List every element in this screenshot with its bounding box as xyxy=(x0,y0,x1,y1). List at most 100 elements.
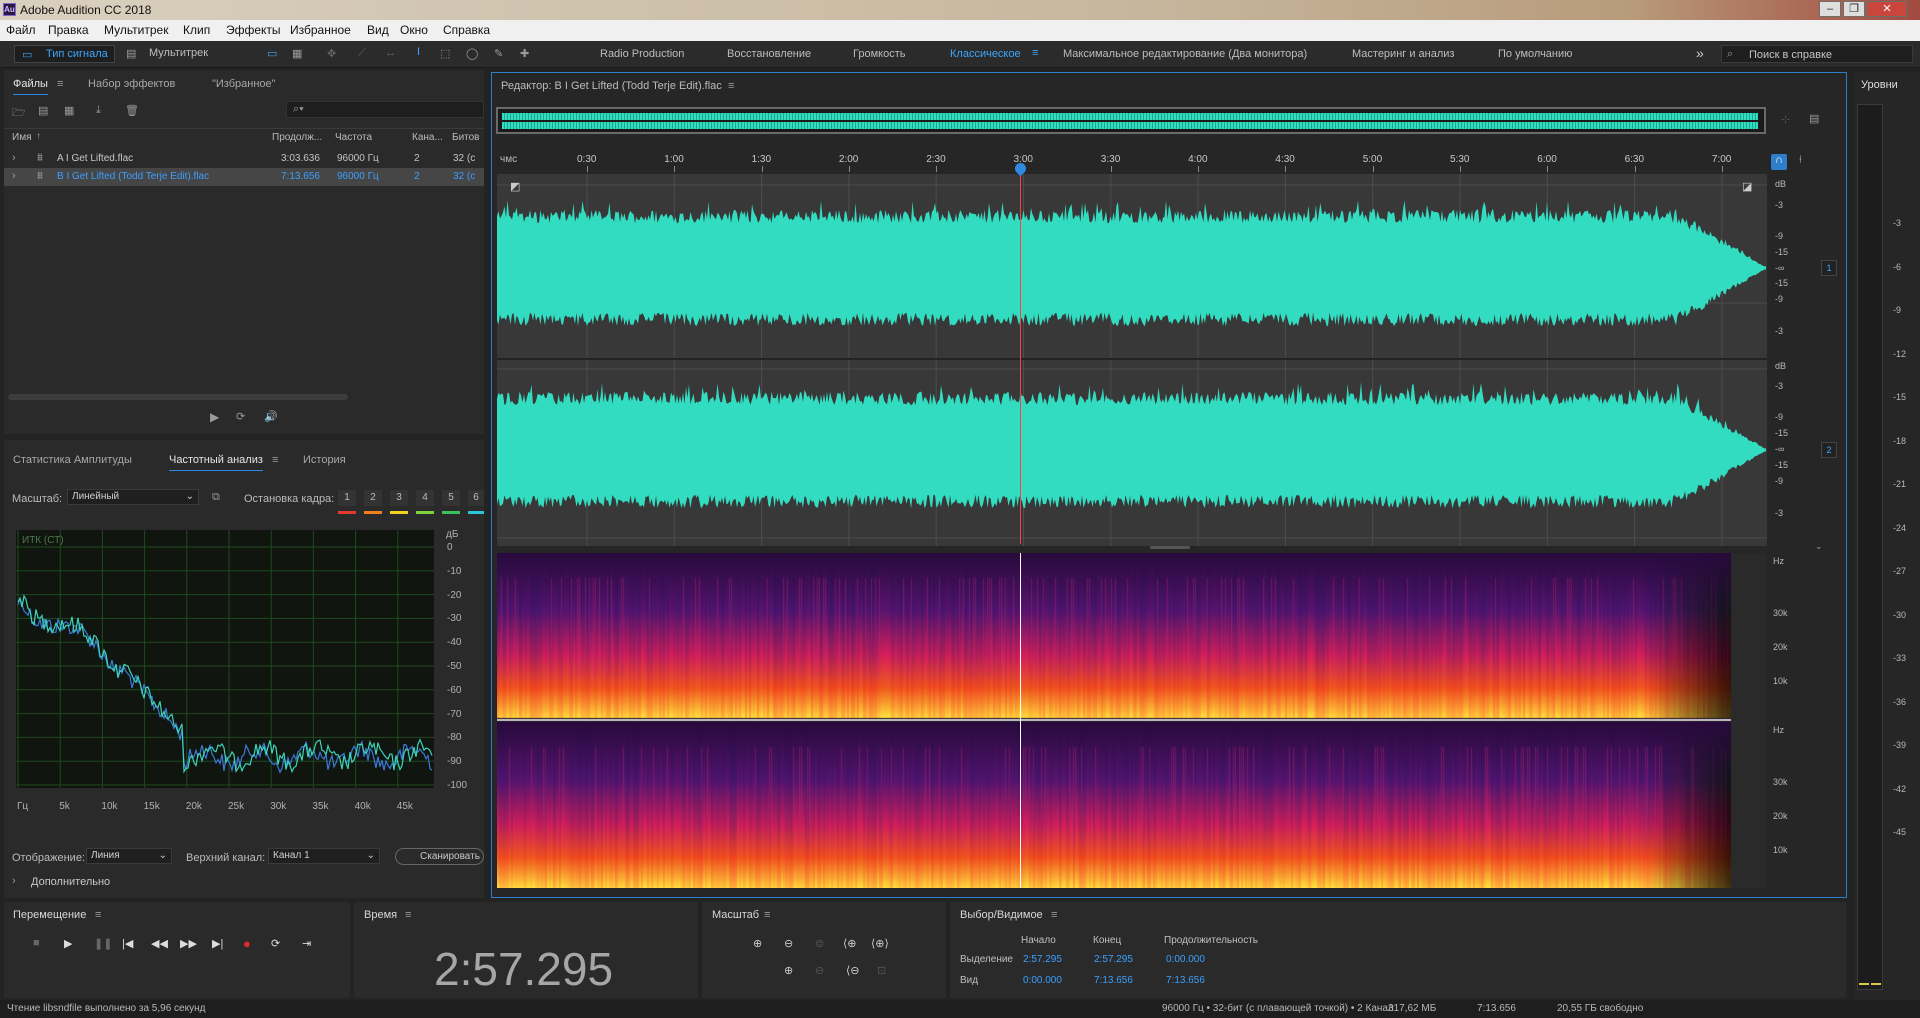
workspace-classic[interactable]: Классическое xyxy=(950,48,1021,60)
file-row[interactable]: › ⩩ A I Get Lifted.flac 3:03.636 96000 Г… xyxy=(4,150,484,168)
menu-edit[interactable]: Правка xyxy=(48,23,89,37)
new-file-icon[interactable]: ▦ xyxy=(64,104,74,117)
move-tool-icon[interactable]: ✥ xyxy=(327,47,336,60)
frequency-spectrum-graph[interactable] xyxy=(16,530,434,788)
play-preview-icon[interactable]: ▶ xyxy=(210,410,219,424)
autoplay-icon[interactable]: 🔊 xyxy=(264,410,278,423)
view-options-icon[interactable]: ▤ xyxy=(1809,112,1819,125)
zoom-fit-icon[interactable]: ⊹ xyxy=(1781,113,1790,126)
editor-menu-icon[interactable]: ≡ xyxy=(728,80,734,92)
import-icon[interactable]: ▤ xyxy=(38,104,48,117)
view-duration[interactable]: 7:13.656 xyxy=(1166,975,1205,986)
zoom-menu-icon[interactable]: ≡ xyxy=(764,909,770,921)
expand-advanced-icon[interactable]: › xyxy=(12,875,16,887)
transport-menu-icon[interactable]: ≡ xyxy=(95,909,101,921)
column-channels[interactable]: Кана... xyxy=(412,132,443,143)
marquee-tool-icon[interactable]: ⬚ xyxy=(440,47,450,60)
menu-multitrack[interactable]: Мультитрек xyxy=(104,23,168,37)
file-row-selected[interactable]: › ⩩ B I Get Lifted (Todd Terje Edit).fla… xyxy=(4,168,484,186)
zoom-in-left-icon[interactable]: ⟨⊕ xyxy=(843,937,857,950)
column-duration[interactable]: Продолж... xyxy=(272,132,328,143)
brush-tool-icon[interactable]: ✎ xyxy=(494,47,503,60)
channel-dropdown[interactable]: Канал 1 ⌄ xyxy=(268,848,380,864)
snap-icon[interactable]: ∩ xyxy=(1771,154,1787,170)
tab-files[interactable]: Файлы xyxy=(13,78,48,95)
freeze-frame-1[interactable]: 1 xyxy=(338,490,356,506)
freeze-frame-3[interactable]: 3 xyxy=(390,490,408,506)
time-ruler[interactable] xyxy=(497,150,1767,172)
skip-button[interactable]: ⇥ xyxy=(302,937,311,950)
loop-preview-icon[interactable]: ⟳ xyxy=(236,410,245,423)
collapse-chevron-icon[interactable]: ⌄ xyxy=(1815,541,1823,552)
column-rate[interactable]: Частота xyxy=(335,132,372,143)
scale-dropdown[interactable]: Линейный ⌄ xyxy=(67,489,199,505)
close-button[interactable]: ✕ xyxy=(1867,1,1907,17)
view-start[interactable]: 0:00.000 xyxy=(1023,975,1062,986)
spectral-frequency-display[interactable] xyxy=(497,553,1767,888)
channel-2-toggle[interactable]: 2 xyxy=(1821,442,1837,458)
column-name[interactable]: Имя xyxy=(12,132,31,143)
expand-icon[interactable]: › xyxy=(12,170,16,182)
menu-favorites[interactable]: Избранное xyxy=(290,23,351,37)
zoom-full-icon[interactable]: ⟨⊖ xyxy=(846,964,860,977)
scan-button[interactable]: Сканировать xyxy=(395,848,484,865)
workspace-radio-production[interactable]: Radio Production xyxy=(600,48,684,60)
tab-history[interactable]: История xyxy=(303,454,346,466)
insert-multitrack-icon[interactable]: ⤓ xyxy=(96,104,101,117)
fade-in-handle-icon[interactable]: ◩ xyxy=(510,180,520,193)
spot-healing-icon[interactable]: ✚ xyxy=(520,47,529,60)
spectral-display-icon[interactable]: ▦ xyxy=(292,47,302,60)
horizontal-scrollbar[interactable] xyxy=(8,394,348,400)
zoom-out-amplitude-icon[interactable]: ⊖ xyxy=(784,937,793,950)
selection-end[interactable]: 2:57.295 xyxy=(1094,954,1133,965)
menu-clip[interactable]: Клип xyxy=(183,23,210,37)
waveform-view-button[interactable]: ▭ Тип сигнала xyxy=(14,45,115,63)
time-selection-tool-icon[interactable]: I xyxy=(417,46,420,58)
selection-menu-icon[interactable]: ≡ xyxy=(1051,909,1057,921)
workspace-menu-icon[interactable]: ≡ xyxy=(1032,47,1038,59)
workspace-loudness[interactable]: Громкость xyxy=(853,48,905,60)
menu-effects[interactable]: Эффекты xyxy=(226,23,281,37)
tab-amplitude-stats[interactable]: Статистика Амплитуды xyxy=(13,454,132,466)
menu-file[interactable]: Файл xyxy=(6,23,36,37)
lasso-tool-icon[interactable]: ◯ xyxy=(466,47,478,60)
delete-icon[interactable]: 🗑 xyxy=(125,104,139,117)
help-search-input[interactable]: ⌕ Поиск в справке xyxy=(1721,45,1913,63)
zoom-reset-icon[interactable]: ⊜ xyxy=(815,937,824,950)
fade-out-handle-icon[interactable]: ◪ xyxy=(1742,180,1752,193)
workspace-mastering[interactable]: Мастеринг и анализ xyxy=(1352,48,1454,60)
maximize-button[interactable]: ❐ xyxy=(1843,1,1865,17)
go-to-end-button[interactable]: ▶| xyxy=(212,937,223,950)
waveform-display-icon[interactable]: ▭ xyxy=(267,47,277,60)
stop-button[interactable]: ■ xyxy=(33,937,40,949)
razor-tool-icon[interactable]: ⟋ xyxy=(358,47,366,60)
zoom-selection-icon[interactable]: ⊡ xyxy=(877,964,886,977)
more-workspaces-icon[interactable]: » xyxy=(1696,45,1704,61)
slip-tool-icon[interactable]: ↔ xyxy=(385,47,396,59)
fast-forward-button[interactable]: ▶▶ xyxy=(180,937,197,950)
freeze-frame-5[interactable]: 5 xyxy=(442,490,460,506)
current-time-display[interactable]: 2:57.295 xyxy=(434,942,613,996)
open-file-icon[interactable]: 🗁 xyxy=(12,104,26,123)
advanced-label[interactable]: Дополнительно xyxy=(31,876,110,888)
workspace-default[interactable]: По умолчанию xyxy=(1498,48,1572,60)
workspace-max-edit[interactable]: Максимальное редактирование (Два монитор… xyxy=(1063,48,1307,60)
split-drag-handle[interactable] xyxy=(1150,546,1190,549)
workspace-restoration[interactable]: Восстановление xyxy=(727,48,811,60)
play-button[interactable]: ▶ xyxy=(64,937,72,950)
menu-help[interactable]: Справка xyxy=(443,23,490,37)
zoom-in-amplitude-icon[interactable]: ⊕ xyxy=(753,937,762,950)
channel-1-toggle[interactable]: 1 xyxy=(1821,260,1837,276)
tab-favorites[interactable]: "Избранное" xyxy=(212,78,276,90)
zoom-in-right-icon[interactable]: ⟨⊕⟩ xyxy=(871,937,889,950)
analysis-menu-icon[interactable]: ≡ xyxy=(272,454,278,466)
freeze-frame-2[interactable]: 2 xyxy=(364,490,382,506)
expand-icon[interactable]: › xyxy=(12,152,16,164)
multitrack-view-button[interactable]: ▤ Мультитрек xyxy=(123,45,218,63)
pause-button[interactable]: ❚❚ xyxy=(94,937,112,950)
menu-view[interactable]: Вид xyxy=(367,23,389,37)
freeze-frame-4[interactable]: 4 xyxy=(416,490,434,506)
file-search-input[interactable]: ⌕▾ xyxy=(286,101,484,118)
selection-duration[interactable]: 0:00.000 xyxy=(1166,954,1205,965)
capture-frame-icon[interactable]: ⧉ xyxy=(212,491,220,504)
